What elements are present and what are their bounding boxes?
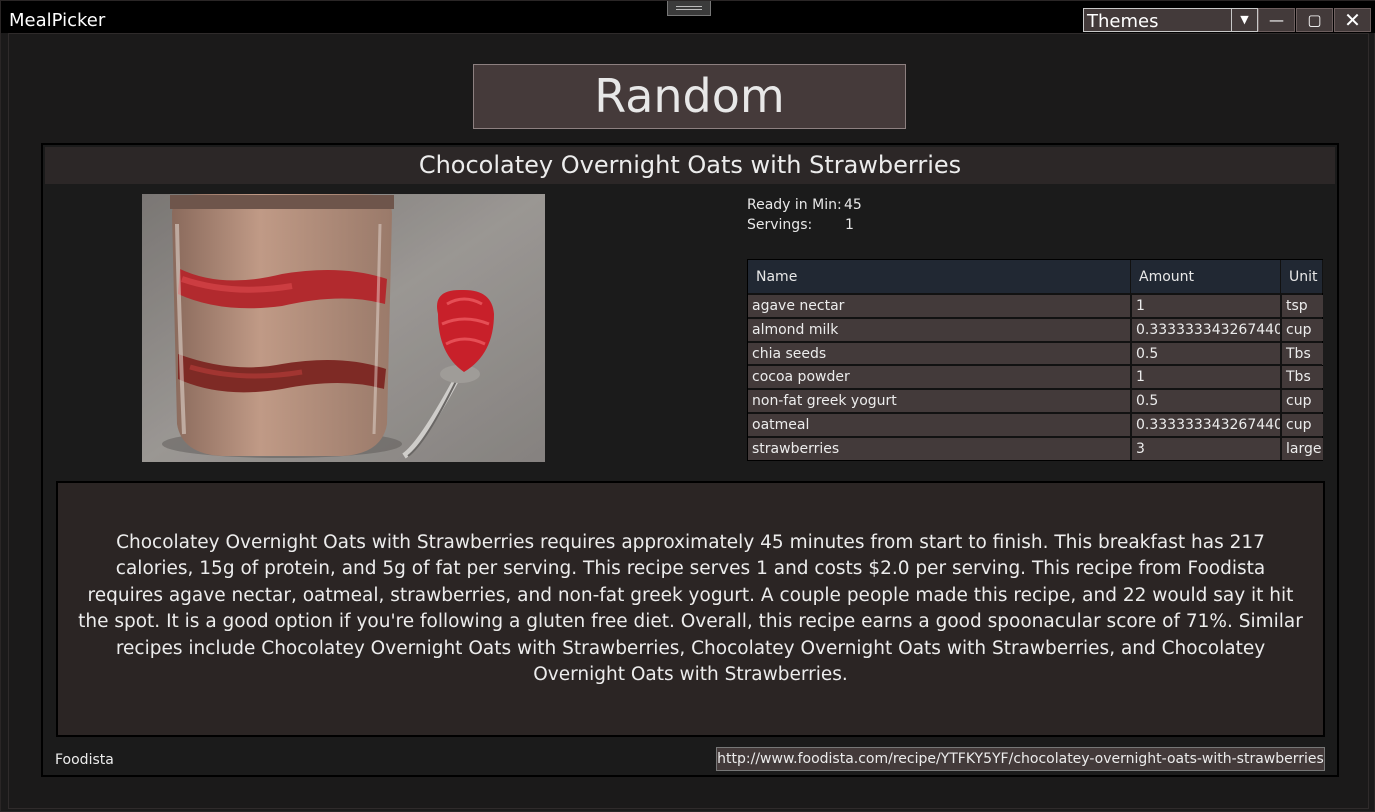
ingredient-name: non-fat greek yogurt: [748, 390, 1130, 413]
ready-time-label: Ready in Min:: [747, 197, 842, 213]
ready-time-value: 45: [844, 197, 862, 213]
table-row[interactable]: non-fat greek yogurt 0.5 cup: [748, 388, 1323, 413]
themes-dropdown-label: Themes: [1087, 11, 1159, 32]
ingredient-unit: Tbs: [1282, 366, 1323, 389]
ingredient-unit: Tbs: [1282, 342, 1323, 365]
ingredient-amount: 0.3333333432674408: [1132, 413, 1280, 436]
ingredient-unit: cup: [1282, 390, 1323, 413]
table-row[interactable]: almond milk 0.3333333432674408 cup: [748, 316, 1323, 341]
ingredient-name: almond milk: [748, 318, 1130, 341]
servings-label: Servings:: [747, 217, 813, 233]
ingredient-unit: cup: [1282, 318, 1323, 341]
minimize-button[interactable]: —: [1258, 8, 1295, 32]
column-header-name[interactable]: Name: [748, 260, 1131, 293]
random-button[interactable]: Random: [473, 64, 906, 129]
table-row[interactable]: agave nectar 1 tsp: [748, 293, 1323, 317]
ingredient-amount: 1: [1132, 366, 1280, 389]
chevron-down-icon[interactable]: ▼: [1231, 9, 1257, 31]
recipe-photo-illustration: [142, 194, 545, 462]
table-row[interactable]: chia seeds 0.5 Tbs: [748, 340, 1323, 365]
app-window: MealPicker Themes ▼ — ▢ ✕ Random Chocola…: [0, 0, 1375, 812]
table-row[interactable]: oatmeal 0.3333333432674408 cup: [748, 411, 1323, 436]
table-row[interactable]: strawberries 3 large: [748, 435, 1323, 460]
app-title: MealPicker: [9, 10, 106, 31]
ingredient-name: agave nectar: [748, 295, 1130, 317]
column-header-amount[interactable]: Amount: [1131, 260, 1281, 293]
table-header: Name Amount Unit: [748, 260, 1323, 293]
recipe-title: Chocolatey Overnight Oats with Strawberr…: [45, 147, 1335, 184]
ingredients-table: Name Amount Unit agave nectar 1 tsp almo…: [747, 259, 1323, 461]
maximize-button[interactable]: ▢: [1296, 8, 1333, 32]
ingredient-name: cocoa powder: [748, 366, 1130, 389]
ingredient-amount: 0.5: [1132, 342, 1280, 365]
recipe-photo: [142, 194, 545, 462]
themes-dropdown[interactable]: Themes ▼: [1083, 8, 1258, 32]
title-bar[interactable]: MealPicker Themes ▼ — ▢ ✕: [1, 1, 1375, 33]
ingredient-name: strawberries: [748, 437, 1130, 460]
ingredient-unit: large: [1282, 437, 1323, 460]
ingredient-name: oatmeal: [748, 413, 1130, 436]
servings-value: 1: [845, 217, 854, 233]
ingredient-amount: 0.5: [1132, 390, 1280, 413]
table-row[interactable]: cocoa powder 1 Tbs: [748, 364, 1323, 389]
column-header-unit[interactable]: Unit: [1281, 260, 1323, 293]
source-url-link[interactable]: http://www.foodista.com/recipe/YTFKY5YF/…: [716, 747, 1325, 771]
recipe-summary: Chocolatey Overnight Oats with Strawberr…: [78, 531, 1303, 686]
recipe-summary-box: Chocolatey Overnight Oats with Strawberr…: [56, 481, 1325, 737]
source-name: Foodista: [55, 752, 114, 768]
ingredient-name: chia seeds: [748, 342, 1130, 365]
close-button[interactable]: ✕: [1334, 8, 1371, 32]
ingredient-unit: tsp: [1282, 295, 1323, 317]
ingredient-amount: 3: [1132, 437, 1280, 460]
ingredient-amount: 0.3333333432674408: [1132, 318, 1280, 341]
ingredient-unit: cup: [1282, 413, 1323, 436]
drag-handle-icon[interactable]: [667, 1, 711, 16]
ingredient-amount: 1: [1132, 295, 1280, 317]
